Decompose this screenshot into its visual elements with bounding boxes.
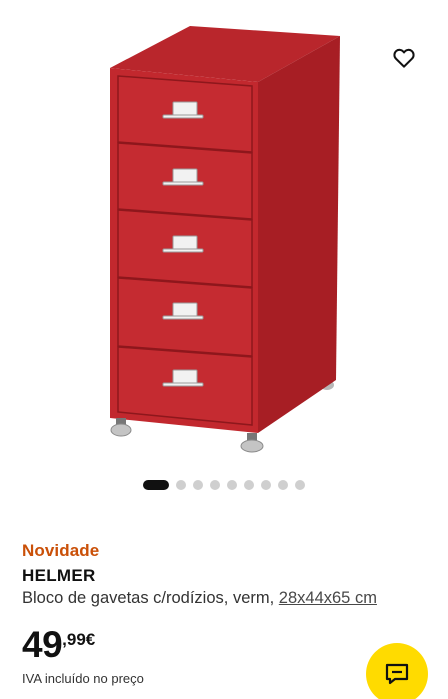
carousel-dot[interactable] [278,480,288,490]
new-badge: Novidade [22,541,100,560]
carousel-dot[interactable] [143,480,169,490]
drawer-cabinet-illustration [110,26,340,453]
price-decimal: ,99€ [62,630,96,649]
heart-icon [393,48,415,68]
carousel-dot[interactable] [244,480,254,490]
product-name: HELMER [22,566,96,585]
carousel-dot[interactable] [176,480,186,490]
carousel-dot[interactable] [261,480,271,490]
chat-icon [385,663,409,685]
favourite-button[interactable] [388,42,420,74]
dimensions-link[interactable]: 28x44x65 cm [279,589,377,607]
carousel-dot[interactable] [193,480,203,490]
description-text: Bloco de gavetas c/rodízios, verm, [22,589,275,607]
vat-note: IVA incluído no preço [22,671,144,686]
product-price: 49 ,99€ [22,625,95,665]
product-description: Bloco de gavetas c/rodízios, verm, 28x44… [22,587,432,609]
chat-button[interactable] [366,643,428,699]
carousel-dot[interactable] [295,480,305,490]
product-info: Novidade HELMER Bloco de gavetas c/rodíz… [22,540,432,609]
price-integer: 49 [22,624,63,665]
image-carousel-dots[interactable] [0,478,448,492]
carousel-dot[interactable] [210,480,220,490]
product-image[interactable] [0,0,448,465]
carousel-dot[interactable] [227,480,237,490]
